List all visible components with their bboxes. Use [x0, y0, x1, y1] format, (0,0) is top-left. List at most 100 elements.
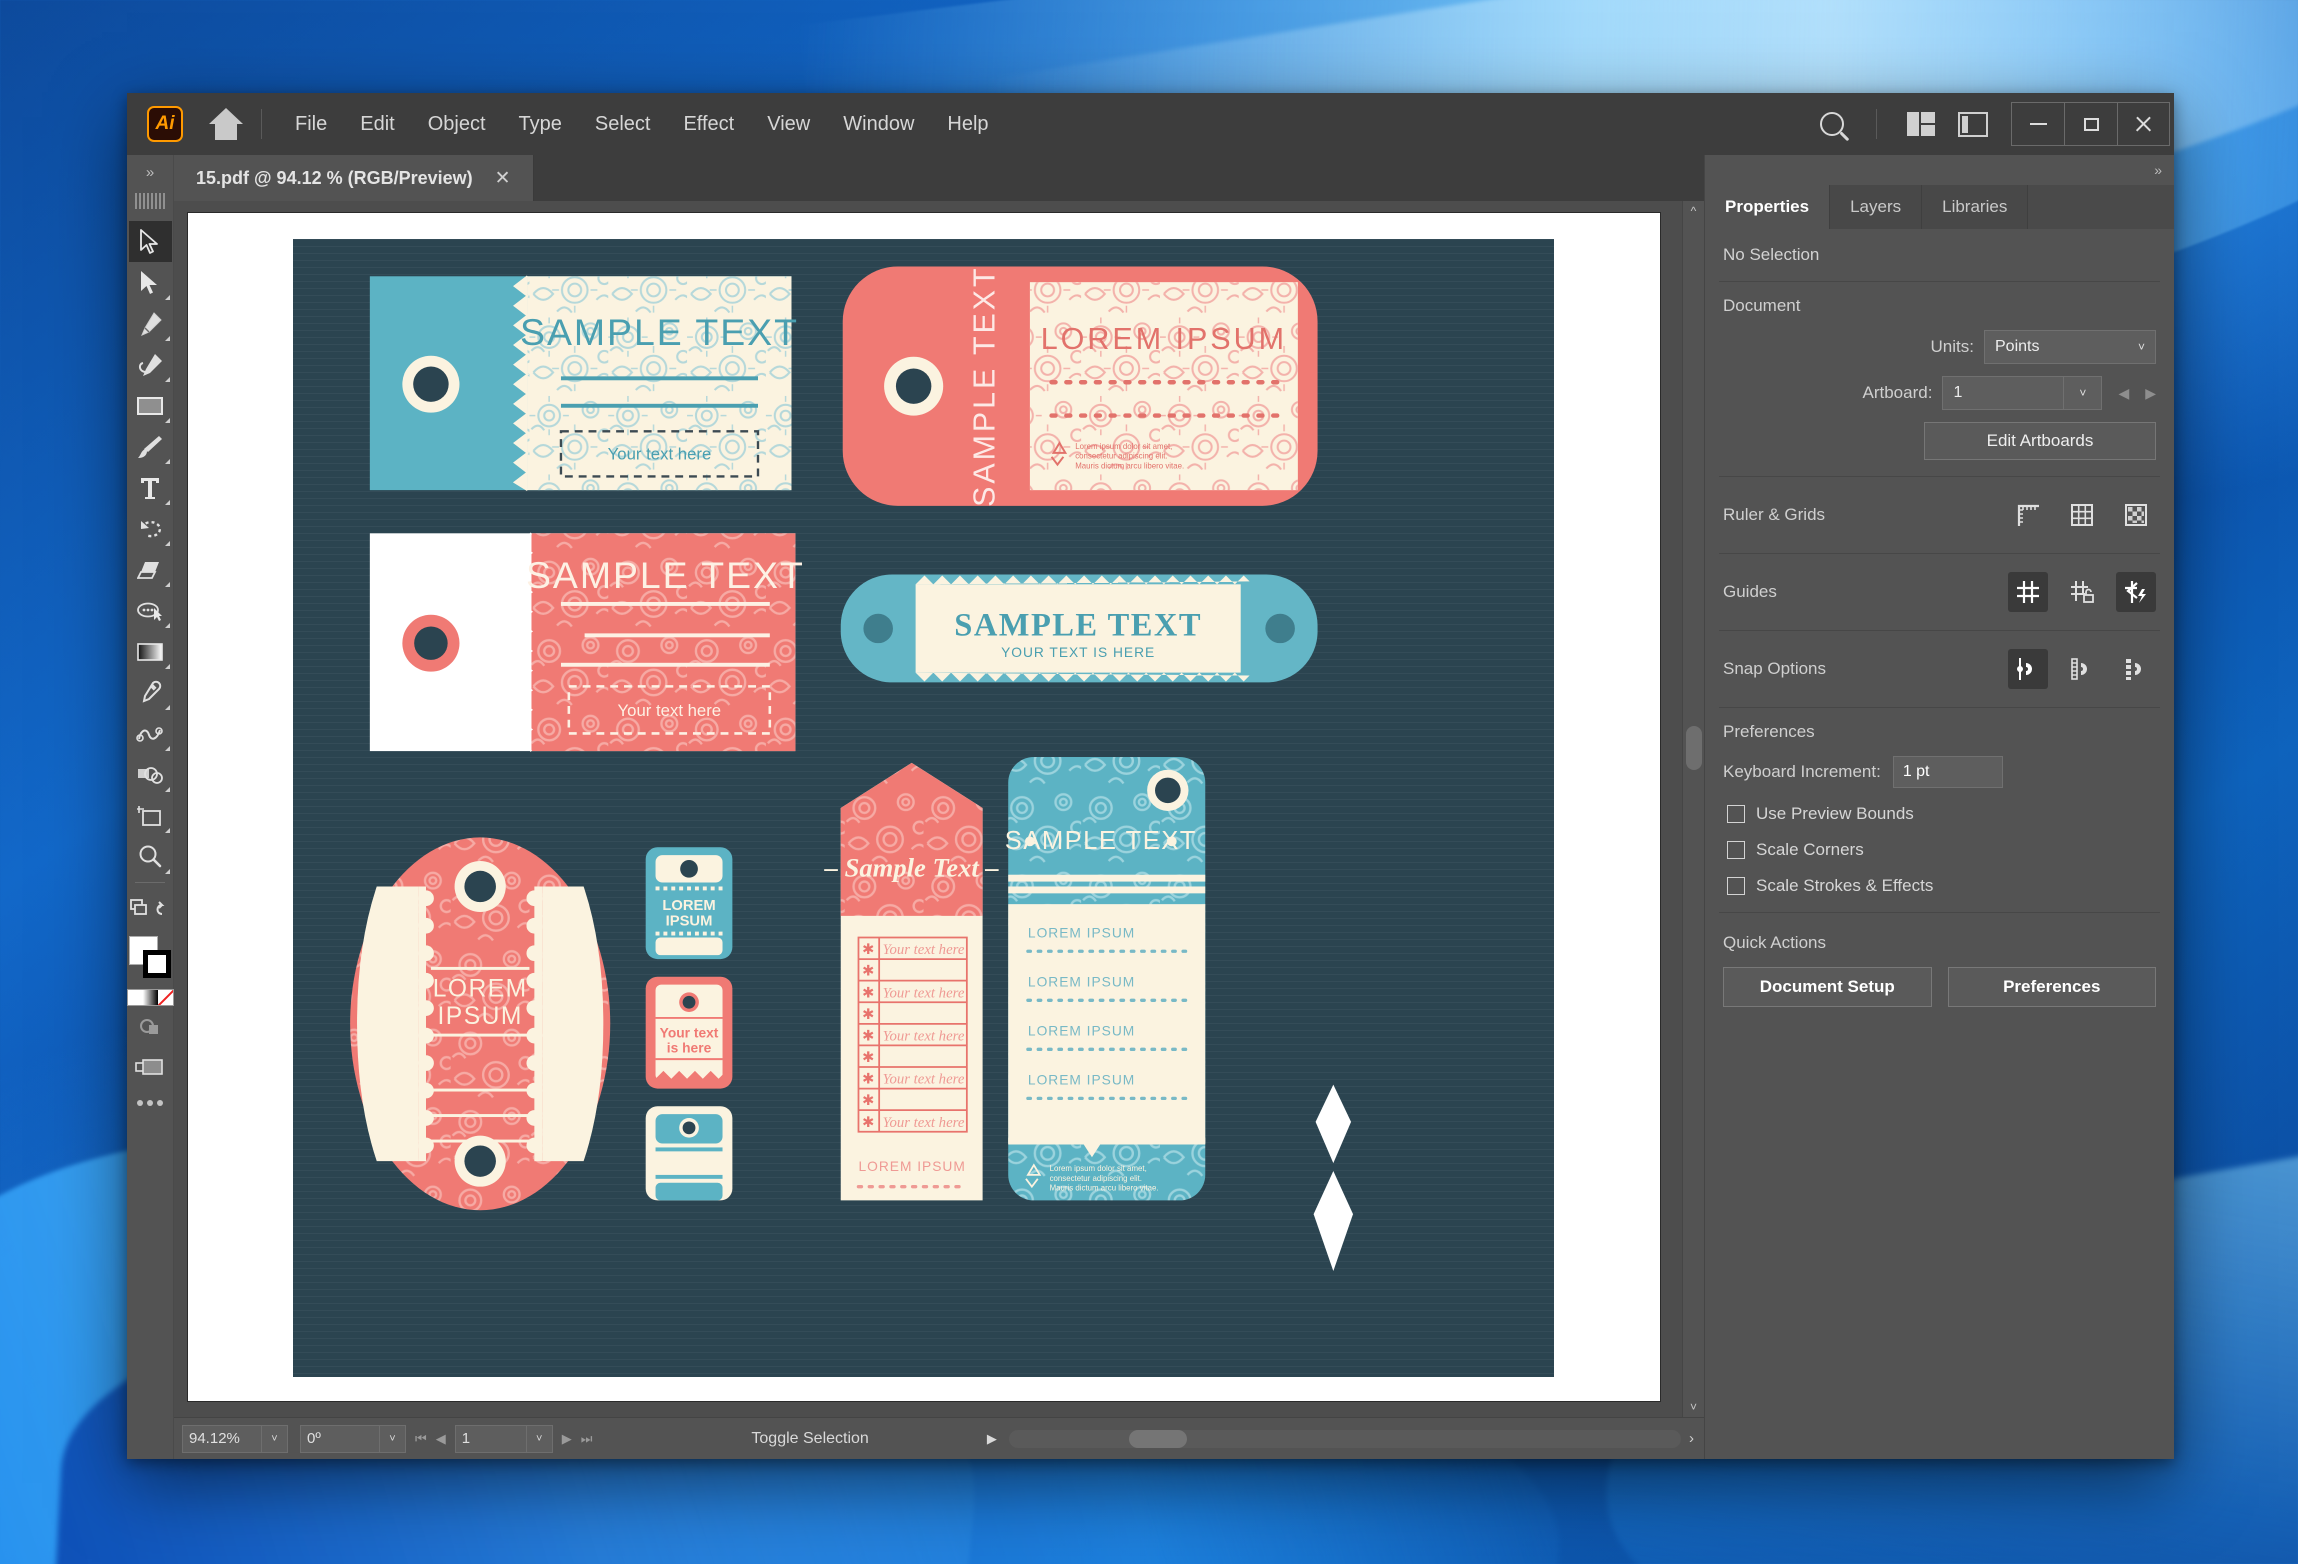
- menu-window[interactable]: Window: [828, 104, 929, 145]
- color-swatch-icon[interactable]: [127, 990, 143, 1005]
- minimize-button[interactable]: [2011, 102, 2064, 146]
- last-artboard-button[interactable]: ⏭: [581, 1431, 593, 1447]
- tab-layers[interactable]: Layers: [1830, 185, 1923, 229]
- tab-libraries[interactable]: Libraries: [1922, 185, 2029, 229]
- scale-corners-row[interactable]: Scale Corners: [1705, 840, 2174, 876]
- screen-mode-button[interactable]: [129, 1047, 172, 1088]
- show-rulers-icon[interactable]: [2008, 495, 2048, 535]
- scale-strokes-effects-checkbox[interactable]: [1727, 877, 1745, 895]
- lock-guides-icon[interactable]: [2062, 572, 2102, 612]
- smart-guides-icon[interactable]: [2116, 572, 2156, 612]
- artboard[interactable]: SAMPLE TEXT Your text here SAMPLE TEXT L…: [188, 213, 1660, 1401]
- next-artboard-button[interactable]: ▶: [562, 1431, 572, 1447]
- illustrator-logo-icon: Ai: [147, 106, 183, 142]
- menu-object[interactable]: Object: [413, 104, 501, 145]
- change-screen-mode-tool[interactable]: [129, 888, 172, 929]
- shaper-tool[interactable]: [129, 590, 172, 631]
- menu-type[interactable]: Type: [504, 104, 577, 145]
- artwork-canvas[interactable]: SAMPLE TEXT Your text here SAMPLE TEXT L…: [293, 239, 1554, 1377]
- document-tab[interactable]: 15.pdf @ 94.12 % (RGB/Preview) ✕: [174, 155, 534, 201]
- gradient-tool[interactable]: [129, 631, 172, 672]
- paintbrush-tool[interactable]: [129, 426, 172, 467]
- canvas-viewport[interactable]: SAMPLE TEXT Your text here SAMPLE TEXT L…: [174, 201, 1682, 1417]
- direct-selection-tool[interactable]: [129, 262, 172, 303]
- show-transparency-grid-icon[interactable]: [2116, 495, 2156, 535]
- zoom-level-field[interactable]: 94.12%: [182, 1424, 262, 1453]
- eraser-tool[interactable]: [129, 549, 172, 590]
- workspace-switcher-button[interactable]: [1947, 93, 1999, 155]
- scroll-down-icon[interactable]: ˅: [1683, 1397, 1704, 1417]
- none-swatch-icon[interactable]: [157, 990, 173, 1005]
- menu-effect[interactable]: Effect: [668, 104, 749, 145]
- illustrator-window: Ai File Edit Object Type Select Effect V…: [127, 93, 2174, 1459]
- rotation-field[interactable]: 0º: [300, 1424, 380, 1453]
- snap-to-grid-icon[interactable]: [2062, 649, 2102, 689]
- search-button[interactable]: [1806, 93, 1858, 155]
- home-icon[interactable]: [209, 108, 243, 140]
- scrollbar-thumb[interactable]: [1686, 726, 1702, 770]
- selection-tool[interactable]: [128, 221, 172, 262]
- use-preview-bounds-checkbox[interactable]: [1727, 805, 1745, 823]
- scrollbar-thumb[interactable]: [1128, 1429, 1187, 1448]
- rectangle-tool[interactable]: [129, 385, 172, 426]
- panel-expand-button[interactable]: »: [1705, 155, 2174, 185]
- previous-artboard-button[interactable]: ◀: [436, 1431, 446, 1447]
- pen-tool[interactable]: [129, 303, 172, 344]
- close-button[interactable]: [2117, 102, 2170, 146]
- use-preview-bounds-row[interactable]: Use Preview Bounds: [1705, 804, 2174, 840]
- first-artboard-button[interactable]: ⏮: [415, 1431, 427, 1447]
- tools-expand-button[interactable]: »: [127, 155, 173, 189]
- symbol-sprayer-tool[interactable]: [129, 754, 172, 795]
- type-tool[interactable]: [129, 467, 172, 508]
- close-icon[interactable]: ✕: [491, 167, 515, 190]
- next-artboard-icon[interactable]: ▶: [2145, 385, 2156, 402]
- menu-view[interactable]: View: [752, 104, 825, 145]
- scale-strokes-effects-row[interactable]: Scale Strokes & Effects: [1705, 876, 2174, 912]
- drawing-mode-button[interactable]: [129, 1006, 172, 1047]
- snap-to-point-icon[interactable]: [2008, 649, 2048, 689]
- status-menu-icon[interactable]: ▶: [987, 1431, 997, 1447]
- rotate-tool[interactable]: [129, 508, 172, 549]
- curvature-tool[interactable]: [129, 344, 172, 385]
- tool-list: [127, 209, 174, 1106]
- artboard-dropdown-icon[interactable]: ˅: [2064, 376, 2103, 410]
- tab-properties[interactable]: Properties: [1705, 185, 1831, 229]
- scroll-right-icon[interactable]: ›: [1689, 1430, 1704, 1447]
- arrange-documents-button[interactable]: [1895, 93, 1947, 155]
- maximize-button[interactable]: [2064, 102, 2117, 146]
- show-grid-icon[interactable]: [2062, 495, 2102, 535]
- artboard-dropdown-icon[interactable]: ˅: [526, 1424, 553, 1453]
- menu-select[interactable]: Select: [580, 104, 666, 145]
- svg-text:is here: is here: [667, 1040, 712, 1055]
- menu-file[interactable]: File: [280, 104, 342, 145]
- zoom-tool[interactable]: [129, 836, 172, 877]
- artboard-input[interactable]: 1: [1942, 376, 2065, 410]
- previous-artboard-icon[interactable]: ◀: [2118, 385, 2129, 402]
- vertical-scrollbar[interactable]: ^ ˅: [1682, 201, 1704, 1417]
- units-select[interactable]: Points ˅: [1984, 330, 2156, 364]
- scale-corners-checkbox[interactable]: [1727, 841, 1745, 859]
- tools-drag-handle[interactable]: [135, 193, 165, 209]
- scroll-up-icon[interactable]: ^: [1683, 201, 1704, 221]
- svg-text:✱: ✱: [862, 1050, 874, 1066]
- stroke-swatch[interactable]: [143, 950, 171, 978]
- horizontal-scrollbar[interactable]: [1008, 1429, 1681, 1448]
- preferences-button[interactable]: Preferences: [1947, 967, 2156, 1007]
- edit-artboards-button[interactable]: Edit Artboards: [1924, 422, 2156, 460]
- rotation-dropdown-icon[interactable]: ˅: [380, 1424, 406, 1453]
- more-tools-button[interactable]: [137, 1100, 163, 1106]
- menu-edit[interactable]: Edit: [345, 104, 409, 145]
- blend-tool[interactable]: [129, 713, 172, 754]
- zoom-dropdown-icon[interactable]: ˅: [262, 1424, 288, 1453]
- snap-to-pixel-icon[interactable]: [2116, 649, 2156, 689]
- gradient-swatch-icon[interactable]: [142, 990, 158, 1005]
- fill-stroke-swatches[interactable]: [128, 935, 172, 979]
- document-setup-button[interactable]: Document Setup: [1723, 967, 1932, 1007]
- artboard-number-field[interactable]: 1: [454, 1424, 527, 1453]
- snap-options-label: Snap Options: [1723, 659, 1827, 678]
- menu-help[interactable]: Help: [932, 104, 1003, 145]
- eyedropper-tool[interactable]: [129, 672, 172, 713]
- show-guides-icon[interactable]: [2008, 572, 2048, 612]
- keyboard-increment-input[interactable]: 1 pt: [1892, 756, 2003, 788]
- artboard-tool[interactable]: [129, 795, 172, 836]
